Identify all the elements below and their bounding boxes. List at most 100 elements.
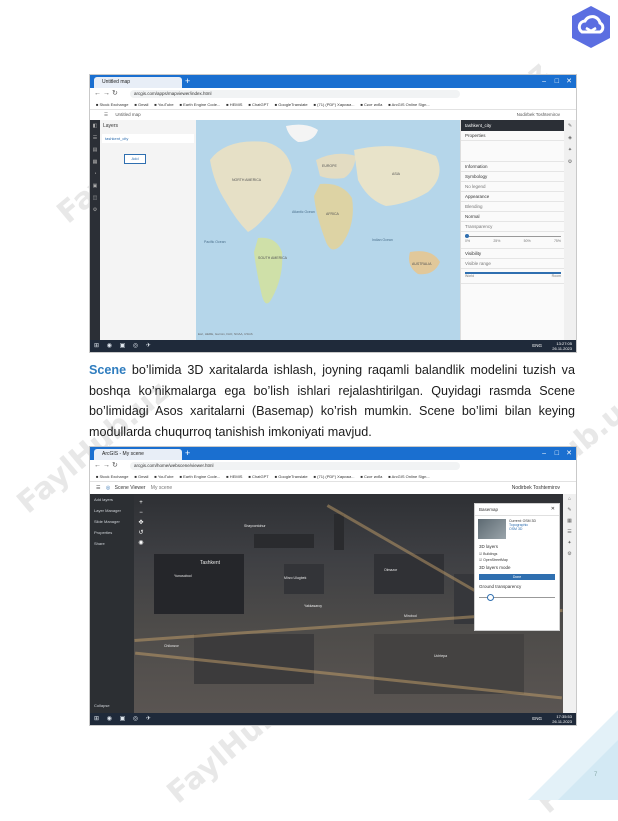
app-title: Untitled map xyxy=(115,112,141,117)
side-item-layer-manager[interactable]: Layer Manager xyxy=(90,505,134,516)
bookmark-item[interactable]: ■ Скот ихба xyxy=(360,472,382,481)
props-section[interactable]: Appearance xyxy=(461,192,565,202)
map-label: AFRICA xyxy=(326,212,339,216)
bookmark-item[interactable]: ■ GoogleTranslate xyxy=(275,100,308,109)
bookmark-item[interactable]: ■ ArcGIS Online Sign... xyxy=(388,100,429,109)
scene-keyword: Scene xyxy=(89,363,127,377)
bookmark-item[interactable]: ■ YouTube xyxy=(154,472,173,481)
basemap-option[interactable]: OSM 3D xyxy=(509,527,536,531)
map-label: ASIA xyxy=(392,172,400,176)
menu-icon[interactable]: ☰ xyxy=(104,112,108,117)
maximize-icon[interactable]: □ xyxy=(555,76,559,87)
bookmark-item[interactable]: ■ ChatGPT xyxy=(248,472,268,481)
bookmark-item[interactable]: ■ Скот ихба xyxy=(360,100,382,109)
bookmark-item[interactable]: ■ Stock Exchange xyxy=(96,100,128,109)
map-attribution: Esri, HERE, Garmin, FAO, NOAA, USGS xyxy=(198,332,253,336)
nav-arrows-icon[interactable]: ←→↻ xyxy=(94,461,120,469)
browser-tab[interactable]: ArcGIS - My scene xyxy=(94,449,182,460)
city-label: Tashkent xyxy=(200,560,221,566)
right-toolbar: ✎ ◈ ✦ ⚙ xyxy=(564,120,576,340)
maximize-icon[interactable]: □ xyxy=(555,448,559,459)
taskbar-icons[interactable]: ⊞ ◉ ▣ ◎ ✈ xyxy=(94,342,154,349)
windows-taskbar: ⊞ ◉ ▣ ◎ ✈ ENG 13:27:05 26.11.2023 xyxy=(90,340,576,352)
bookmark-item[interactable]: ■ HEMIS xyxy=(226,472,242,481)
language-indicator[interactable]: ENG xyxy=(532,343,542,348)
tick-label: 75% xyxy=(553,239,561,243)
side-item-properties[interactable]: Properties xyxy=(90,527,134,538)
scene-viewer-icon: ◎ xyxy=(105,485,111,491)
nav-arrows-icon[interactable]: ←→↻ xyxy=(94,89,120,97)
bookmark-item[interactable]: ■ (71) (PDF) Харизм... xyxy=(314,100,355,109)
bookmark-item[interactable]: ■ Gmail xyxy=(134,472,148,481)
taskbar-clock: 13:27:05 26.11.2023 xyxy=(552,341,572,351)
props-section[interactable]: Symbology xyxy=(461,172,565,182)
paragraph-text: bo’limida 3D xaritalarda ishlash, joynin… xyxy=(89,363,575,439)
taskbar-icons[interactable]: ⊞ ◉ ▣ ◎ ✈ xyxy=(94,715,154,722)
ground-transparency-slider[interactable] xyxy=(479,593,555,601)
url-field[interactable]: arcgis.com/home/webscene/viewer.html xyxy=(130,462,460,470)
props-section[interactable]: Information xyxy=(461,162,565,172)
scene-label: Yakkasaroy xyxy=(304,604,323,608)
side-item-add-layers[interactable]: Add layers xyxy=(90,494,134,505)
props-label: Blending xyxy=(461,202,565,212)
new-tab-icon[interactable]: + xyxy=(185,448,190,459)
props-section[interactable]: Visibility xyxy=(461,249,565,259)
scene-sidebar: Add layers Layer Manager Slide Manager P… xyxy=(90,494,134,713)
bookmark-item[interactable]: ■ GoogleTranslate xyxy=(275,472,308,481)
browser-tab[interactable]: Untitled map xyxy=(94,77,182,88)
bookmark-item[interactable]: ■ ArcGIS Online Sign... xyxy=(388,472,429,481)
map-label: Pacific Ocean xyxy=(204,240,226,244)
blending-select[interactable]: Normal xyxy=(461,212,565,222)
page-number: 7 xyxy=(594,772,598,778)
browser-tab-bar: Untitled map + – □ ✕ xyxy=(90,75,576,88)
bookmark-item[interactable]: ■ Stock Exchange xyxy=(96,472,128,481)
properties-panel: tashkent_city Properties Information Sym… xyxy=(460,120,565,340)
props-value: No legend xyxy=(461,182,565,192)
props-section[interactable]: Properties xyxy=(461,131,565,141)
new-tab-icon[interactable]: + xyxy=(185,76,190,87)
bookmark-item[interactable]: ■ Earth Engine Code... xyxy=(180,100,221,109)
transparency-slider[interactable]: 0% 25% 50% 75% xyxy=(461,232,565,249)
side-item-slide-manager[interactable]: Slide Manager xyxy=(90,516,134,527)
minimize-icon[interactable]: – xyxy=(542,76,546,87)
basemap-title: Basemap xyxy=(475,504,559,516)
menu-icon[interactable]: ☰ xyxy=(96,485,100,491)
close-icon[interactable]: ✕ xyxy=(551,506,555,512)
user-name[interactable]: Nodirbek Toshtemirov xyxy=(512,482,560,494)
world-map[interactable]: NORTH AMERICA SOUTH AMERICA EUROPE AFRIC… xyxy=(196,120,460,340)
bookmark-item[interactable]: ■ (71) (PDF) Харизм... xyxy=(314,472,355,481)
layers-panel: Layers tashkent_city Add xyxy=(100,120,197,340)
side-item-collapse[interactable]: Collapse xyxy=(90,700,114,711)
add-button[interactable]: Add xyxy=(124,154,146,164)
scene-label: Chilonzor xyxy=(164,644,179,648)
scene-name[interactable]: My scene xyxy=(151,485,172,491)
close-icon[interactable]: ✕ xyxy=(566,448,572,459)
map-label: Indian Ocean xyxy=(372,238,393,242)
navigation-controls[interactable]: + − ✥ ↺ ◉ xyxy=(137,498,145,548)
basemap-thumbnail[interactable] xyxy=(478,519,506,539)
bookmark-item[interactable]: ■ Earth Engine Code... xyxy=(180,472,221,481)
scene-label: Mirobod xyxy=(404,614,417,618)
basemap-panel: Basemap ✕ Current: OSM 3D Topographic OS… xyxy=(474,503,560,631)
close-icon[interactable]: ✕ xyxy=(566,76,572,87)
url-field[interactable]: arcgis.com/apps/mapviewer/index.html xyxy=(130,90,460,98)
props-title: tashkent_city xyxy=(461,120,565,131)
page-corner-decoration xyxy=(528,710,618,800)
bookmark-item[interactable]: ■ Gmail xyxy=(134,100,148,109)
minimize-icon[interactable]: – xyxy=(542,448,546,459)
visible-range-slider[interactable]: World Room xyxy=(461,269,565,284)
bookmark-item[interactable]: ■ ChatGPT xyxy=(248,100,268,109)
done-button[interactable]: Done xyxy=(479,574,555,580)
side-item-share[interactable]: Share xyxy=(90,538,134,549)
range-label: Room xyxy=(551,274,561,278)
bookmarks-bar: ■ Stock Exchange ■ Gmail ■ YouTube ■ Earth … xyxy=(90,100,576,110)
scene-viewer-screenshot: ArcGIS - My scene + – □ ✕ ←→↻ arcgis.com… xyxy=(89,446,577,726)
world-map-graphic xyxy=(196,120,460,340)
layer-item[interactable]: tashkent_city xyxy=(102,134,194,143)
scene-label: Shayxontohur xyxy=(244,524,266,528)
bookmark-item[interactable]: ■ HEMIS xyxy=(226,100,242,109)
user-name[interactable]: Nodirbek Toshtemirov xyxy=(517,110,560,120)
left-toolbar: ◧ ☰ ▤ ▦ ◔ ▣ ◫ ⚙ xyxy=(90,120,100,340)
props-spacer xyxy=(461,141,565,162)
bookmark-item[interactable]: ■ YouTube xyxy=(154,100,173,109)
